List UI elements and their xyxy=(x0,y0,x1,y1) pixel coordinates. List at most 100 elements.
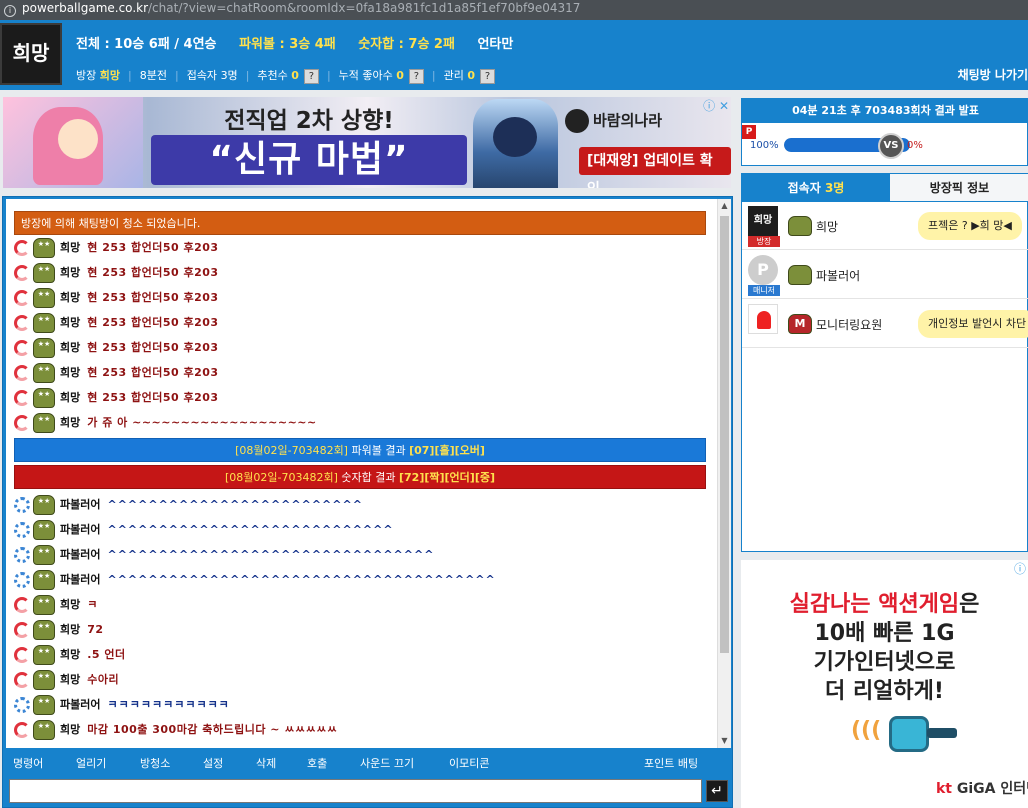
message-author[interactable]: 파볼러어 xyxy=(60,493,100,517)
message-author[interactable]: 희망 xyxy=(60,668,80,692)
url-path: /chat/?view=chatRoom&roomIdx=0fa18a981fc… xyxy=(148,1,581,15)
manage-help-button[interactable]: ? xyxy=(480,69,496,84)
recommend-help-button[interactable]: ? xyxy=(303,69,319,84)
menu-item[interactable]: 명령어 xyxy=(13,755,43,771)
chat-message: ★★ 파볼러어 ㅋㅋㅋㅋㅋㅋㅋㅋㅋㅋㅋ xyxy=(14,693,230,717)
giga-brand: GiGA 인터넷 xyxy=(956,781,1028,797)
message-author[interactable]: 희망 xyxy=(60,286,80,310)
url-host: powerballgame.co.kr xyxy=(22,1,149,15)
user-avatar[interactable]: ★★ xyxy=(33,263,55,283)
menu-item[interactable]: 삭제 xyxy=(256,755,276,771)
menu-item[interactable]: 이모티콘 xyxy=(449,755,489,771)
powerball-result-banner: [08월02일-703482회] 파워볼 결과 [07][홀][오버] xyxy=(14,438,706,462)
message-author[interactable]: 파볼러어 xyxy=(60,693,100,717)
user-avatar[interactable]: ★★ xyxy=(33,363,55,383)
user-avatar[interactable]: ★★ xyxy=(33,388,55,408)
message-author[interactable]: 희망 xyxy=(60,618,80,642)
manage-label: 관리 xyxy=(443,69,464,82)
menu-item[interactable]: 사운드 끄기 xyxy=(360,755,414,771)
message-author[interactable]: 희망 xyxy=(60,236,80,260)
user-avatar[interactable]: ★★ xyxy=(33,495,55,515)
message-author[interactable]: 희망 xyxy=(60,718,80,742)
scroll-up-icon[interactable]: ▲ xyxy=(718,199,731,213)
scroll-down-icon[interactable]: ▼ xyxy=(718,734,731,748)
side-ad-info-icon[interactable]: ⓘ xyxy=(1014,560,1026,577)
level-blue-icon xyxy=(14,572,30,588)
user-avatar[interactable]: ★★ xyxy=(33,338,55,358)
user-avatar[interactable]: ★★ xyxy=(33,645,55,665)
chat-message: ★★ 희망 .5 언더 xyxy=(14,643,126,667)
users-label: 접속자 xyxy=(186,69,218,82)
message-author[interactable]: 파볼러어 xyxy=(60,543,100,567)
user-row[interactable]: M 모니터링요원 개인정보 발언시 차단 xyxy=(742,300,1028,348)
send-button[interactable]: ↵ xyxy=(706,780,728,802)
user-avatar[interactable]: ★★ xyxy=(33,720,55,740)
user-avatar[interactable]: ★★ xyxy=(33,413,55,433)
user-avatar[interactable]: ★★ xyxy=(33,620,55,640)
number-result-round: [08월02일-703482회] xyxy=(224,471,338,484)
level-red-icon xyxy=(14,415,30,431)
message-author[interactable]: 희망 xyxy=(60,386,80,410)
ad-brand-logo-icon xyxy=(565,109,589,133)
message-author[interactable]: 희망 xyxy=(60,593,80,617)
message-author[interactable]: 희망 xyxy=(60,336,80,360)
user-avatar[interactable]: ★★ xyxy=(33,313,55,333)
message-text: ^^^^^^^^^^^^^^^^^^^^^^^^^^^^ xyxy=(107,523,394,536)
user-avatar[interactable]: ★★ xyxy=(33,520,55,540)
user-row[interactable]: P 매니저 파볼러어 xyxy=(742,251,1028,299)
cumulative-help-button[interactable]: ? xyxy=(408,69,424,84)
ad-mage-face xyxy=(493,117,537,157)
message-text: ^^^^^^^^^^^^^^^^^^^^^^^^^^^^^^^^^^^^^^ xyxy=(107,573,496,586)
number-result-values: [72][짝][언더][중] xyxy=(398,471,495,484)
next-result-panel: 04분 21초 후 703483회차 결과 발표 P 100% VS 0% xyxy=(741,98,1028,166)
scroll-thumb[interactable] xyxy=(720,216,729,653)
message-text: 현 253 합언더50 후203 xyxy=(87,291,219,304)
tab-owner-pick[interactable]: 방장픽 정보 xyxy=(890,174,1028,202)
menu-item[interactable]: 설정 xyxy=(203,755,223,771)
chat-scrollbar[interactable]: ▲ ▼ xyxy=(717,199,731,748)
level-red-icon xyxy=(14,290,30,306)
message-author[interactable]: 희망 xyxy=(60,261,80,285)
user-avatar[interactable]: ★★ xyxy=(33,670,55,690)
menu-item[interactable]: 얼리기 xyxy=(76,755,106,771)
ad-close-icon[interactable]: ⓘ ✕ xyxy=(703,97,729,114)
user-avatar[interactable]: ★★ xyxy=(33,238,55,258)
message-author[interactable]: 파볼러어 xyxy=(60,568,100,592)
message-author[interactable]: 파볼러어 xyxy=(60,518,100,542)
chat-message-list[interactable]: 방장에 의해 채팅방이 청소 되었습니다. ★★ 희망 현 253 합언더50 후2… xyxy=(6,199,717,748)
point-bet-button[interactable]: 포인트 배팅 xyxy=(644,755,698,771)
menu-item[interactable]: 호출 xyxy=(307,755,327,771)
user-avatar[interactable]: ★★ xyxy=(33,570,55,590)
chat-input[interactable] xyxy=(9,779,702,803)
tab-users-label: 접속자 xyxy=(787,181,821,195)
owner-label: 방장 xyxy=(76,69,97,82)
message-author[interactable]: 희망 xyxy=(60,411,80,435)
tab-users[interactable]: 접속자 3명 xyxy=(742,174,890,202)
message-text: 현 253 합언더50 후203 xyxy=(87,341,219,354)
level-red-icon xyxy=(14,672,30,688)
menu-item[interactable]: 방청소 xyxy=(140,755,170,771)
message-author[interactable]: 희망 xyxy=(60,643,80,667)
browser-address-bar[interactable]: i powerballgame.co.kr/chat/?view=chatRoom… xyxy=(0,0,1028,20)
ad-cta-button[interactable]: [대재앙] 업데이트 확인 xyxy=(579,147,731,188)
chat-message: ★★ 희망 ㅋ xyxy=(14,593,98,617)
user-row[interactable]: 희망 방장 희망 프젝은 ? ▶희 망◀ xyxy=(742,202,1028,250)
message-author[interactable]: 희망 xyxy=(60,361,80,385)
message-text: .5 언더 xyxy=(87,648,126,661)
user-avatar[interactable]: ★★ xyxy=(33,545,55,565)
side-banner-ad[interactable]: ⓘ 실감나는 액션게임은 10배 빠른 1G 기가인터넷으로 더 리얼하게! (… xyxy=(741,560,1028,808)
powerball-result-label: 파워볼 결과 xyxy=(347,444,410,457)
level-red-icon xyxy=(14,265,30,281)
user-avatar[interactable]: ★★ xyxy=(33,695,55,715)
user-status-bubble: 개인정보 발언시 차단 xyxy=(918,310,1028,338)
leave-room-button[interactable]: 채팅방 나가기 xyxy=(958,66,1028,83)
level-red-icon xyxy=(14,622,30,638)
user-avatar[interactable]: ★★ xyxy=(33,288,55,308)
user-avatar[interactable]: ★★ xyxy=(33,595,55,615)
kt-giga-logo: kt GiGA 인터넷 xyxy=(936,778,1028,798)
next-result-title: 04분 21초 후 703483회차 결과 발표 xyxy=(742,99,1028,123)
message-author[interactable]: 희망 xyxy=(60,311,80,335)
top-banner-ad[interactable]: 전직업 2차 상향! “신규 마법” 바람의나라 [대재앙] 업데이트 확인 ⓘ… xyxy=(3,97,731,188)
site-info-icon[interactable]: i xyxy=(4,5,16,17)
message-text: 가 쥬 아 ~~~~~~~~~~~~~~~~~~~ xyxy=(87,416,317,429)
